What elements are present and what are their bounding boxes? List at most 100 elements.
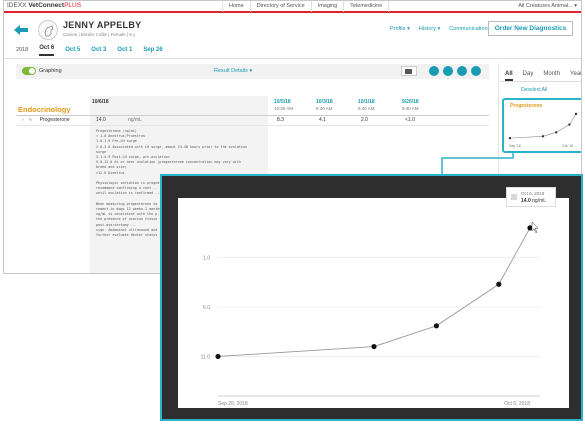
result-value: 4.1 bbox=[319, 117, 326, 123]
divider bbox=[16, 115, 489, 116]
sparkline-point bbox=[541, 135, 545, 138]
order-new-diagnostics-button[interactable]: Order New Diagnostics bbox=[488, 21, 573, 36]
sparkline-series bbox=[509, 113, 577, 139]
divider bbox=[500, 81, 581, 82]
tooltip-unit: ng/mL bbox=[532, 198, 547, 204]
result-unit: ng/mL bbox=[128, 117, 142, 123]
print-icon[interactable] bbox=[401, 66, 417, 76]
back-arrow-icon[interactable] bbox=[14, 25, 28, 35]
sparkline-point bbox=[568, 123, 571, 126]
tab-day[interactable]: Day bbox=[523, 71, 534, 81]
cursor-icon bbox=[531, 221, 539, 234]
tab-month[interactable]: Month bbox=[543, 71, 560, 81]
result-value: <1.0 bbox=[405, 117, 415, 123]
test-row-progesterone[interactable]: › ∿ Progesterone bbox=[22, 117, 70, 123]
date-tabs: 2018 Oct 6 Oct 5 Oct 3 Oct 1 Sep 26 bbox=[16, 45, 174, 56]
result-value: 14.0 bbox=[96, 117, 106, 123]
profile-menu[interactable]: Profile ▾ bbox=[390, 26, 410, 32]
phone-icon[interactable] bbox=[443, 66, 453, 76]
column-time: 9:40 AM bbox=[358, 106, 375, 111]
tooltip-value: 14.0 bbox=[521, 198, 531, 204]
test-name: Progesterone bbox=[39, 117, 70, 123]
sparkline-point bbox=[508, 137, 512, 140]
column-date: 10/3/18 bbox=[316, 99, 333, 105]
tab-oct-5[interactable]: Oct 5 bbox=[65, 47, 80, 56]
tooltip-value-line: 14.0 ng/mL bbox=[521, 198, 546, 204]
column-time: 9:40 AM bbox=[402, 106, 419, 111]
sparkline-point bbox=[555, 131, 558, 134]
section-title: Endocrinology bbox=[18, 105, 71, 114]
column-date: 9/26/18 bbox=[402, 99, 419, 105]
header-links: Profile ▾ History ▾ Communications ▾ bbox=[390, 26, 495, 32]
graphing-label: Graphing bbox=[39, 68, 62, 74]
dog-avatar-icon bbox=[38, 20, 58, 40]
column-header[interactable]: 10/3/18 9:40 AM bbox=[316, 99, 333, 111]
column-header[interactable]: 10/1/18 9:40 AM bbox=[358, 99, 375, 111]
clinic-selector[interactable]: All Creatures Animal... ▾ bbox=[518, 3, 577, 9]
tab-all[interactable]: All bbox=[505, 71, 513, 81]
year-label: 2018 bbox=[16, 47, 29, 53]
divider bbox=[4, 58, 581, 59]
card-start-date: Sep '18 bbox=[509, 144, 521, 148]
nav-imaging[interactable]: Imaging bbox=[310, 1, 344, 12]
series-line bbox=[217, 227, 531, 357]
patient-details: Canine | Border Collie | Female | 5 y bbox=[63, 32, 136, 37]
column-header[interactable]: 10/5/18 10:36 AM bbox=[274, 99, 293, 111]
tab-oct-3[interactable]: Oct 3 bbox=[91, 47, 106, 56]
trend-icon: ∿ bbox=[28, 117, 33, 123]
top-nav: Home Directory of Service Imaging Teleme… bbox=[222, 1, 390, 12]
x-tick-label: Sep 26, 2018 bbox=[218, 401, 248, 407]
data-tooltip: Oct 6, 2018 14.0 ng/mL bbox=[506, 187, 556, 207]
column-time: 9:40 AM bbox=[316, 106, 333, 111]
nav-telemedicine[interactable]: Telemedicine bbox=[343, 1, 390, 12]
nav-directory-of-service[interactable]: Directory of Service bbox=[249, 1, 311, 12]
data-point bbox=[433, 323, 439, 329]
patient-name: JENNY APPELBY bbox=[63, 20, 142, 30]
history-menu[interactable]: History ▾ bbox=[419, 26, 440, 32]
progesterone-trend-card[interactable]: Progesterone Sep '18 Oct '18 bbox=[502, 98, 581, 153]
column-date: 10/5/18 bbox=[274, 99, 291, 105]
column-header[interactable]: 10/6/18 bbox=[92, 99, 109, 105]
divider bbox=[16, 125, 489, 126]
tab-oct-6[interactable]: Oct 6 bbox=[39, 45, 55, 56]
y-tick-label: 1.0 bbox=[203, 256, 210, 262]
check-icon[interactable] bbox=[471, 66, 481, 76]
result-value: 8.3 bbox=[277, 117, 284, 123]
top-bar: IDEXX VetConnectPLUS Home Directory of S… bbox=[4, 1, 581, 13]
tab-sep-26[interactable]: Sep 26 bbox=[143, 47, 162, 56]
brand-name: VetConnect bbox=[28, 2, 65, 9]
column-date: 10/1/18 bbox=[358, 99, 375, 105]
y-tick-label: 6.0 bbox=[203, 305, 210, 311]
brand-prefix: IDEXX bbox=[7, 2, 27, 9]
chart-area: 11.0 6.0 1.0 Sep 26, 2018 Oct 6, 2018 bbox=[178, 198, 569, 408]
expand-chevron-icon[interactable]: › bbox=[22, 117, 24, 123]
tooltip-date: Oct 6, 2018 bbox=[521, 191, 545, 196]
results-toolbar: Graphing Result Details ▾ bbox=[16, 64, 489, 79]
tooltip-swatch bbox=[511, 194, 517, 200]
nav-home[interactable]: Home bbox=[222, 1, 250, 12]
y-tick-label: 11.0 bbox=[201, 354, 211, 360]
document-icon[interactable] bbox=[457, 66, 467, 76]
result-details-dropdown[interactable]: Result Details ▾ bbox=[214, 68, 252, 74]
toolbar-icons bbox=[401, 66, 481, 76]
column-date: 10/6/18 bbox=[92, 99, 109, 105]
column-header[interactable]: 9/26/18 9:40 AM bbox=[402, 99, 419, 111]
zoomed-chart-panel: 11.0 6.0 1.0 Sep 26, 2018 Oct 6, 2018 bbox=[160, 174, 583, 421]
graphing-toggle[interactable] bbox=[22, 67, 36, 75]
deselect-all-link[interactable]: Deselect All bbox=[521, 87, 547, 93]
brand-suffix: PLUS bbox=[64, 2, 82, 9]
card-end-date: Oct '18 bbox=[562, 144, 573, 148]
progesterone-line-chart: 11.0 6.0 1.0 Sep 26, 2018 Oct 6, 2018 bbox=[201, 221, 540, 407]
data-point bbox=[496, 281, 502, 287]
data-point bbox=[371, 343, 377, 350]
result-value: 2.0 bbox=[361, 117, 368, 123]
tab-year[interactable]: Year bbox=[570, 71, 581, 81]
sparkline-point bbox=[574, 112, 578, 115]
range-tabs: All Day Month Year bbox=[505, 71, 581, 81]
brand-logo[interactable]: IDEXX VetConnectPLUS bbox=[7, 2, 81, 9]
share-icon[interactable] bbox=[429, 66, 439, 76]
tab-oct-1[interactable]: Oct 1 bbox=[117, 47, 132, 56]
data-point bbox=[215, 353, 221, 360]
column-time: 10:36 AM bbox=[274, 106, 294, 111]
x-tick-label: Oct 6, 2018 bbox=[504, 401, 530, 407]
